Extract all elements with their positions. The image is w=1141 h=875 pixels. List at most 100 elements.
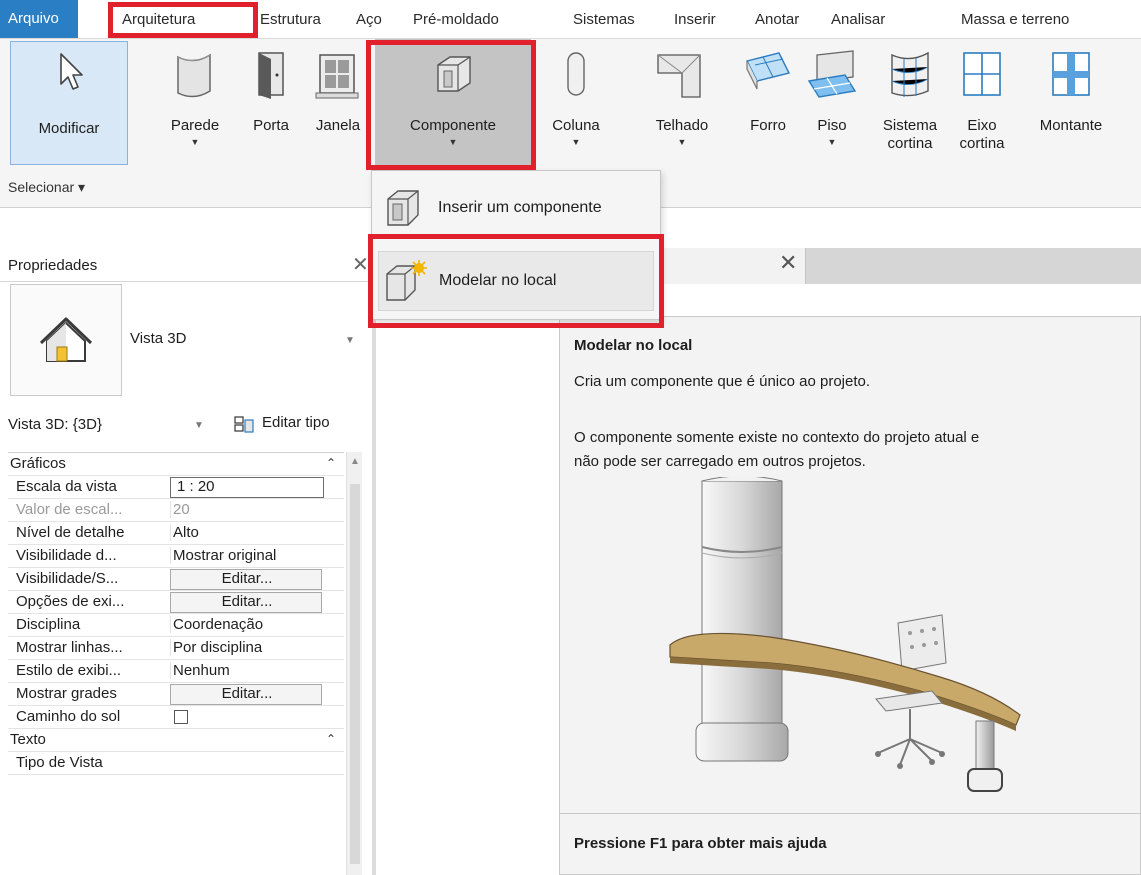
instance-name: Vista 3D: {3D}: [8, 416, 102, 433]
property-label: Caminho do sol: [16, 708, 121, 725]
cursor-arrow-icon: [60, 53, 83, 90]
tab-inserir[interactable]: Inserir: [666, 6, 724, 34]
ceiling-button[interactable]: Forro: [738, 39, 798, 159]
tooltip-detail-line-2: não pode ser carregado em outros projeto…: [574, 453, 866, 470]
property-label: Visibilidade d...: [16, 547, 117, 564]
close-icon[interactable]: ✕: [779, 250, 797, 276]
modify-button[interactable]: Modificar: [10, 41, 128, 165]
tab-massa-e-terreno[interactable]: Massa e terreno: [953, 6, 1077, 34]
property-value: 20: [170, 501, 342, 518]
floor-dropdown-caret[interactable]: ▼: [804, 137, 860, 147]
property-row: Mostrar grades Editar...: [8, 683, 344, 706]
tooltip-panel: Modelar no local Cria um componente que …: [559, 316, 1141, 875]
section-text[interactable]: Texto ⌃: [8, 729, 344, 752]
property-label: Mostrar linhas...: [16, 639, 123, 656]
property-row: Visibilidade/S... Editar...: [8, 568, 344, 591]
property-label: Tipo de Vista: [16, 754, 103, 771]
floor-icon: [807, 50, 857, 98]
property-value[interactable]: Nenhum: [170, 662, 342, 679]
tab-analisar[interactable]: Analisar: [823, 6, 893, 34]
property-label: Opções de exi...: [16, 593, 125, 610]
highlight-component-button: [366, 40, 536, 170]
chevron-down-icon[interactable]: ▼: [194, 420, 204, 431]
ceiling-icon: [745, 52, 791, 90]
collapse-icon[interactable]: ⌃: [326, 732, 336, 746]
property-row: Valor de escal... 20: [8, 499, 344, 522]
window-button[interactable]: Janela: [302, 39, 374, 159]
tab-aco[interactable]: Aço: [348, 6, 390, 34]
window-icon: [315, 54, 359, 99]
edit-button[interactable]: Editar...: [170, 569, 322, 590]
collapse-icon[interactable]: ⌃: [326, 456, 336, 470]
property-value[interactable]: Coordenação: [170, 616, 342, 633]
tab-arquivo[interactable]: Arquivo: [0, 0, 78, 38]
tab-anotar[interactable]: Anotar: [747, 6, 807, 34]
tooltip-help-hint: Pressione F1 para obter mais ajuda: [574, 835, 827, 852]
column-icon: [567, 52, 585, 96]
tooltip-detail-line-1: O componente somente existe no contexto …: [574, 429, 980, 446]
roof-icon: [657, 54, 701, 98]
wall-dropdown-caret[interactable]: ▼: [155, 137, 235, 147]
edit-type-button[interactable]: Editar tipo: [262, 414, 330, 431]
sun-path-checkbox[interactable]: [174, 710, 188, 724]
curtain-grid-icon: [963, 52, 1001, 96]
menu-item-label: Inserir um componente: [438, 199, 602, 216]
edit-button[interactable]: Editar...: [170, 684, 322, 705]
property-value[interactable]: Alto: [170, 524, 342, 541]
type-selector-preview[interactable]: [10, 284, 122, 396]
property-row: Opções de exi... Editar...: [8, 591, 344, 614]
window-label: Janela: [315, 117, 361, 134]
menu-item-load-component[interactable]: Inserir um componente: [378, 179, 654, 239]
type-name: Vista 3D: [130, 330, 187, 347]
property-row: Estilo de exibi... Nenhum: [8, 660, 344, 683]
mullion-label: Montante: [1039, 117, 1103, 134]
scrollbar-thumb[interactable]: [350, 484, 360, 864]
select-group-label[interactable]: Selecionar ▾: [8, 179, 85, 196]
tab-pre-moldado[interactable]: Pré-moldado: [405, 6, 507, 34]
roof-button[interactable]: Telhado ▼: [640, 39, 724, 159]
curtain-system-label-1: Sistema: [882, 117, 938, 134]
property-label: Disciplina: [16, 616, 81, 633]
property-value[interactable]: Por disciplina: [170, 639, 342, 656]
component-icon: [387, 190, 419, 226]
tab-estrutura[interactable]: Estrutura: [252, 6, 329, 34]
column-button[interactable]: Coluna ▼: [538, 39, 614, 159]
property-row: Nível de detalhe Alto: [8, 522, 344, 545]
mullion-button[interactable]: Montante: [1026, 39, 1116, 159]
curtain-grid-label-1: Eixo: [967, 117, 997, 134]
property-label: Visibilidade/S...: [16, 570, 119, 587]
instance-selector[interactable]: Vista 3D: {3D} ▼ Editar tipo: [0, 410, 372, 440]
house-icon: [39, 317, 93, 362]
curtain-system-icon: [891, 51, 929, 97]
ceiling-label: Forro: [750, 117, 786, 134]
curtain-system-label-2: cortina: [887, 135, 933, 152]
door-button[interactable]: Porta: [242, 39, 300, 159]
roof-dropdown-caret[interactable]: ▼: [640, 137, 724, 147]
tab-sistemas[interactable]: Sistemas: [565, 6, 643, 34]
tooltip-illustration: [669, 477, 1021, 792]
property-value[interactable]: Mostrar original: [170, 547, 342, 564]
door-icon: [258, 52, 284, 99]
chevron-down-icon[interactable]: ▼: [345, 335, 355, 346]
property-row: Mostrar linhas... Por disciplina: [8, 637, 344, 660]
view-scale-field[interactable]: 1 : 20: [170, 477, 324, 498]
curtain-system-button[interactable]: Sistema cortina: [874, 39, 946, 159]
curtain-grid-button[interactable]: Eixo cortina: [950, 39, 1014, 159]
properties-title: Propriedades: [8, 257, 98, 274]
properties-grid: Gráficos ⌃ Escala da vista 1 : 20 Valor …: [8, 452, 344, 875]
roof-label: Telhado: [655, 117, 709, 134]
tooltip-description: Cria um componente que é único ao projet…: [574, 373, 871, 390]
chevron-up-icon[interactable]: ▲: [350, 456, 360, 467]
floor-button[interactable]: Piso ▼: [804, 39, 860, 159]
property-label: Valor de escal...: [16, 501, 123, 518]
property-label: Mostrar grades: [16, 685, 117, 702]
edit-button[interactable]: Editar...: [170, 592, 322, 613]
highlight-tab-arquitetura: [108, 2, 258, 38]
properties-scrollbar[interactable]: ▲: [346, 452, 362, 875]
wall-button[interactable]: Parede ▼: [155, 39, 235, 159]
properties-header: Propriedades ✕: [0, 248, 372, 282]
column-dropdown-caret[interactable]: ▼: [538, 137, 614, 147]
close-icon[interactable]: ✕: [352, 252, 369, 277]
property-row: Visibilidade d... Mostrar original: [8, 545, 344, 568]
section-graphics[interactable]: Gráficos ⌃: [8, 453, 344, 476]
